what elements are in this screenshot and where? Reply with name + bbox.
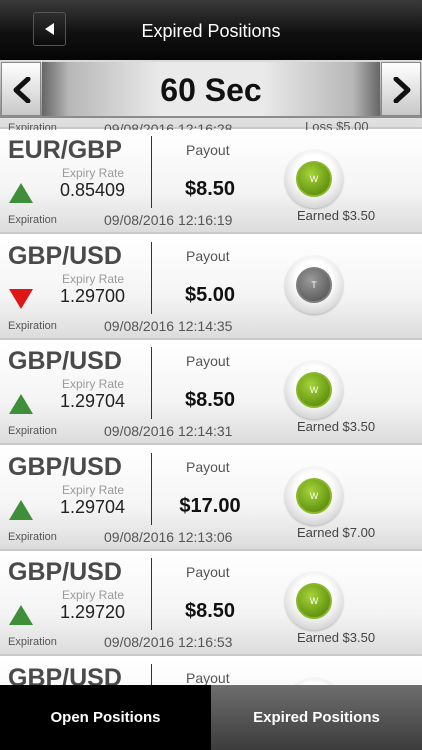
payout-amount: $8.50 xyxy=(184,389,236,411)
win-badge-icon: W xyxy=(285,150,343,208)
list-item[interactable]: Expiration 09/08/2016 12:16:28 Loss $5.0… xyxy=(0,118,422,137)
payout-amount: $5.00 xyxy=(184,283,236,306)
currency-pair: GBP/USD xyxy=(8,452,122,481)
expiry-time: 09/08/2016 12:14:31 xyxy=(104,423,233,439)
page-title: Expired Positions xyxy=(141,21,281,41)
expiry-rate-label: Expiry Rate xyxy=(62,271,125,286)
chevron-left-icon xyxy=(13,77,31,103)
tab-open-positions[interactable]: Open Positions xyxy=(0,685,211,750)
result-letter: T xyxy=(296,266,332,303)
timeframe-selector: 60 Sec xyxy=(0,60,422,118)
expiration-label: Expiration xyxy=(8,530,57,543)
earned-amount: Earned $3.50 xyxy=(297,630,376,645)
expiry-time: 09/08/2016 12:14:35 xyxy=(104,317,233,334)
expiry-time: 09/08/2016 12:16:19 xyxy=(104,212,233,228)
expiry-time: 09/08/2016 12:16:53 xyxy=(104,634,233,650)
expiry-rate: 1.29720 xyxy=(60,602,126,622)
chevron-right-icon xyxy=(393,77,411,103)
result-letter: W xyxy=(296,161,332,197)
win-badge-icon: W xyxy=(285,572,343,630)
position-row[interactable]: GBP/USD Expiry Rate 1.29704 Payout $17.00 W Ea… xyxy=(0,446,422,551)
payout-label: Payout xyxy=(186,458,230,475)
timeframe-next-button[interactable] xyxy=(381,62,421,116)
tie-badge-icon: T xyxy=(285,255,343,314)
win-badge-icon: W xyxy=(285,677,343,685)
currency-pair: GBP/USD xyxy=(8,241,122,270)
payout-label: Payout xyxy=(186,564,230,580)
payout-label: Payout xyxy=(186,353,230,369)
expiry-rate: 1.29704 xyxy=(60,496,126,517)
payout-label: Payout xyxy=(186,669,230,686)
trend-down-icon xyxy=(8,288,34,315)
currency-pair: EUR/GBP xyxy=(8,136,122,164)
tab-expired-positions[interactable]: Expired Positions xyxy=(211,685,422,750)
payout-amount: $8.50 xyxy=(184,178,236,200)
trend-up-icon xyxy=(8,182,34,209)
expiry-rate-label: Expiry Rate xyxy=(62,482,125,497)
divider xyxy=(151,663,152,685)
result-letter: W xyxy=(296,477,332,514)
timeframe-display: 60 Sec xyxy=(42,62,380,116)
expiration-label: Expiration xyxy=(8,636,57,648)
trend-up-icon xyxy=(8,604,34,631)
expiry-rate: 0.85409 xyxy=(60,180,126,200)
payout-amount: $17.00 xyxy=(179,494,241,517)
earned-amount: Earned $3.50 xyxy=(297,419,376,434)
timeframe-prev-button[interactable] xyxy=(1,62,41,116)
payout-amount: $8.50 xyxy=(184,600,236,622)
currency-pair: GBP/USD xyxy=(8,663,122,686)
expiration-label: Expiration xyxy=(8,319,57,332)
win-badge-icon: W xyxy=(285,466,343,525)
earned-amount: Earned $7.00 xyxy=(297,524,376,540)
position-row[interactable]: EUR/GBP Expiry Rate 0.85409 Payout $8.50 W Ear… xyxy=(0,130,422,234)
position-row[interactable]: GBP/USD Expiry Rate 1.29700 Payout $5.00 T Exp… xyxy=(0,235,422,340)
trend-up-icon xyxy=(8,499,34,526)
expiry-rate-label: Expiry Rate xyxy=(62,166,125,180)
earned-amount: Earned $3.50 xyxy=(297,208,376,223)
expiration-label: Expiration xyxy=(8,214,57,226)
result-letter: W xyxy=(296,372,332,408)
currency-pair: GBP/USD xyxy=(8,347,122,375)
timeframe-label: 60 Sec xyxy=(160,72,262,108)
expiry-rate: 1.29704 xyxy=(60,391,126,411)
position-row[interactable]: GBP/USD Payout W xyxy=(0,657,422,686)
expiry-rate-label: Expiry Rate xyxy=(62,588,125,602)
expiry-rate-label: Expiry Rate xyxy=(62,377,125,391)
payout-label: Payout xyxy=(186,142,230,158)
position-row[interactable]: GBP/USD Expiry Rate 1.29704 Payout $8.50 W Ear… xyxy=(0,341,422,445)
expiry-rate: 1.29700 xyxy=(60,285,126,306)
app-header: Expired Positions xyxy=(0,0,422,60)
payout-label: Payout xyxy=(186,247,230,264)
tab-bar: Open Positions Expired Positions xyxy=(0,685,422,750)
win-badge-icon: W xyxy=(285,361,343,419)
result-letter: W xyxy=(296,583,332,619)
position-row[interactable]: GBP/USD Expiry Rate 1.29720 Payout $8.50 W Ear… xyxy=(0,552,422,656)
trend-up-icon xyxy=(8,393,34,420)
expiry-time: 09/08/2016 12:13:06 xyxy=(104,528,233,545)
expiration-label: Expiration xyxy=(8,425,57,437)
currency-pair: GBP/USD xyxy=(8,558,122,586)
expired-positions-list[interactable]: Expiration 09/08/2016 12:16:28 Loss $5.0… xyxy=(0,118,422,685)
